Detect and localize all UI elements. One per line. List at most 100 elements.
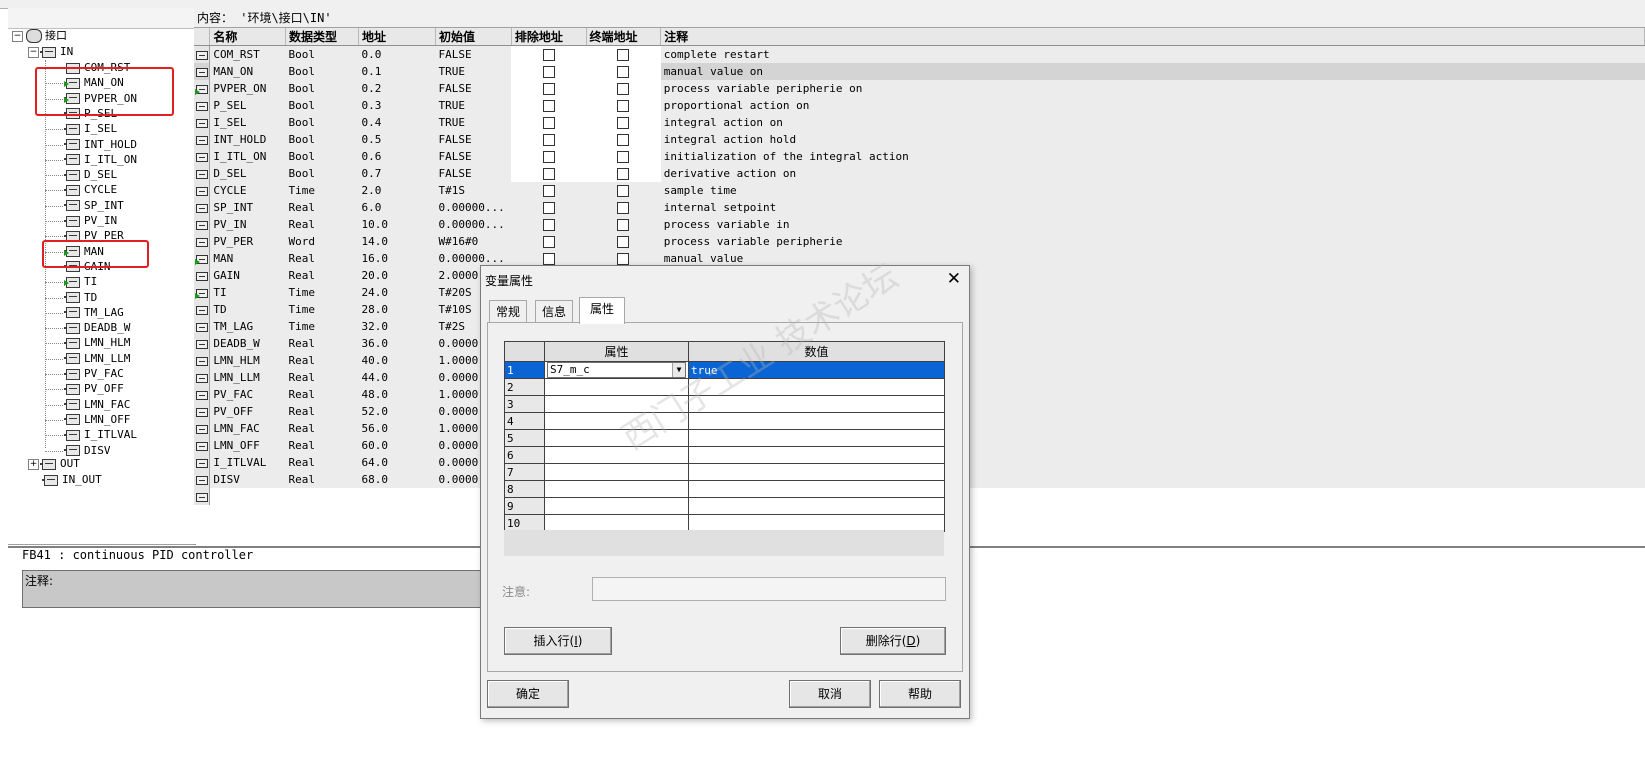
cell-comment[interactable]: internal setpoint: [660, 199, 1645, 216]
empty-cell[interactable]: [285, 488, 359, 505]
cell-comment[interactable]: process variable peripherie on: [660, 80, 1645, 97]
cell-address[interactable]: 0.3: [358, 97, 436, 114]
row-header[interactable]: [194, 216, 211, 233]
terminal-checkbox[interactable]: [617, 219, 630, 231]
tree-item-lmn-fac[interactable]: LMN_FAC: [64, 397, 130, 413]
cell-comment[interactable]: derivative action on: [660, 165, 1645, 182]
tree-item-td[interactable]: TD: [64, 290, 97, 306]
cell-name[interactable]: LMN_HLM: [209, 352, 286, 369]
cell-name[interactable]: PVPER_ON: [209, 80, 286, 97]
cell-address[interactable]: 44.0: [358, 369, 436, 386]
cell-address[interactable]: 0.1: [358, 63, 436, 80]
row-header[interactable]: [194, 250, 211, 267]
table-row[interactable]: SP_INT Real 6.0 0.00000... internal setpoint: [194, 199, 1645, 216]
col-header-exclude[interactable]: 排除地址: [511, 28, 587, 46]
tree-item-i-itl-on[interactable]: I_ITL_ON: [64, 152, 137, 168]
cell-address[interactable]: 24.0: [358, 284, 436, 301]
row-header[interactable]: [194, 114, 211, 131]
cell-address[interactable]: 32.0: [358, 318, 436, 335]
cell-type[interactable]: Bool: [285, 97, 359, 114]
attribute-row-number[interactable]: 7: [504, 463, 545, 481]
tree-item-ti[interactable]: TI: [64, 274, 97, 290]
cell-name[interactable]: I_ITLVAL: [209, 454, 286, 471]
cell-address[interactable]: 60.0: [358, 437, 436, 454]
cell-terminal[interactable]: [586, 97, 661, 114]
cell-initial[interactable]: FALSE: [435, 165, 512, 182]
terminal-checkbox[interactable]: [617, 168, 630, 180]
cell-name[interactable]: PV_PER: [209, 233, 286, 250]
exclude-checkbox[interactable]: [542, 83, 555, 95]
attribute-select[interactable]: S7_m_c ▼: [547, 362, 686, 378]
cell-terminal[interactable]: [586, 199, 661, 216]
exclude-checkbox[interactable]: [542, 219, 555, 231]
cell-name[interactable]: I_SEL: [209, 114, 286, 131]
row-header[interactable]: [194, 148, 211, 165]
attribute-name-cell[interactable]: [544, 429, 689, 447]
cell-terminal[interactable]: [586, 216, 661, 233]
cell-name[interactable]: DEADB_W: [209, 335, 286, 352]
attribute-row[interactable]: 5: [504, 429, 945, 447]
col-header-terminal[interactable]: 终端地址: [586, 28, 662, 46]
tree-item-pv-in[interactable]: PV_IN: [64, 213, 117, 229]
attribute-row[interactable]: 3: [504, 395, 945, 413]
cell-terminal[interactable]: [586, 165, 661, 182]
cell-terminal[interactable]: [586, 45, 661, 63]
cell-terminal[interactable]: [586, 182, 661, 199]
attribute-value-cell[interactable]: [688, 463, 945, 481]
cell-name[interactable]: PV_FAC: [209, 386, 286, 403]
attribute-row[interactable]: 6: [504, 446, 945, 464]
cell-name[interactable]: TM_LAG: [209, 318, 286, 335]
tree-item-lmn-llm[interactable]: LMN_LLM: [64, 351, 130, 367]
attribute-value-cell[interactable]: [688, 497, 945, 515]
attribute-value-cell[interactable]: [688, 514, 945, 532]
attribute-row-number[interactable]: 5: [504, 429, 545, 447]
tab-attributes[interactable]: 属性: [579, 297, 626, 324]
tab-general[interactable]: 常规: [489, 300, 528, 323]
cell-type[interactable]: Real: [285, 199, 359, 216]
exclude-checkbox[interactable]: [542, 253, 555, 265]
exclude-checkbox[interactable]: [542, 66, 555, 78]
cell-name[interactable]: D_SEL: [209, 165, 286, 182]
cell-terminal[interactable]: [586, 233, 661, 250]
tree-item-pv-off[interactable]: PV_OFF: [64, 381, 124, 397]
attribute-name-cell[interactable]: [544, 395, 689, 413]
table-row[interactable]: PV_IN Real 10.0 0.00000... process variable …: [194, 216, 1645, 233]
cell-initial[interactable]: 0.00000...: [435, 216, 512, 233]
cell-address[interactable]: 64.0: [358, 454, 436, 471]
cell-type[interactable]: Real: [285, 335, 359, 352]
cell-exclude[interactable]: [511, 165, 587, 182]
attribute-name-cell[interactable]: [544, 378, 689, 396]
cell-terminal[interactable]: [586, 63, 661, 80]
exclude-checkbox[interactable]: [542, 185, 555, 197]
row-header[interactable]: [194, 80, 211, 97]
tab-info[interactable]: 信息: [535, 300, 574, 323]
out-expand-toggle[interactable]: +: [28, 458, 39, 470]
cell-name[interactable]: LMN_LLM: [209, 369, 286, 386]
cell-initial[interactable]: FALSE: [435, 148, 512, 165]
attribute-row[interactable]: 10: [504, 514, 945, 532]
cell-type[interactable]: Real: [285, 386, 359, 403]
attribute-name-cell[interactable]: [544, 497, 689, 515]
empty-cell[interactable]: [358, 488, 436, 505]
row-header[interactable]: [194, 97, 211, 114]
col-header-type[interactable]: 数据类型: [285, 28, 360, 46]
attribute-row[interactable]: 9: [504, 497, 945, 515]
row-header[interactable]: [194, 369, 211, 386]
cell-type[interactable]: Bool: [285, 114, 359, 131]
attributes-grid[interactable]: 属性 数值 1 S7_m_c ▼ true 2 3 4 5 6 7 8 9 10: [504, 341, 945, 532]
cell-address[interactable]: 10.0: [358, 216, 436, 233]
row-header[interactable]: [194, 386, 211, 403]
cell-address[interactable]: 0.5: [358, 131, 436, 148]
attribute-name-cell[interactable]: [544, 480, 689, 498]
grid-header-value[interactable]: 数值: [688, 341, 945, 362]
attribute-value-cell[interactable]: [688, 378, 945, 396]
attribute-row[interactable]: 8: [504, 480, 945, 498]
cell-type[interactable]: Real: [285, 267, 359, 284]
tree-item-d-sel[interactable]: D_SEL: [64, 167, 117, 183]
attribute-value-cell[interactable]: [688, 480, 945, 498]
ok-button[interactable]: 确定: [487, 680, 569, 708]
tree-node-in[interactable]: − IN: [28, 44, 73, 60]
cell-name[interactable]: DISV: [209, 471, 286, 488]
terminal-checkbox[interactable]: [617, 185, 630, 197]
cell-comment[interactable]: manual value on: [660, 63, 1645, 80]
